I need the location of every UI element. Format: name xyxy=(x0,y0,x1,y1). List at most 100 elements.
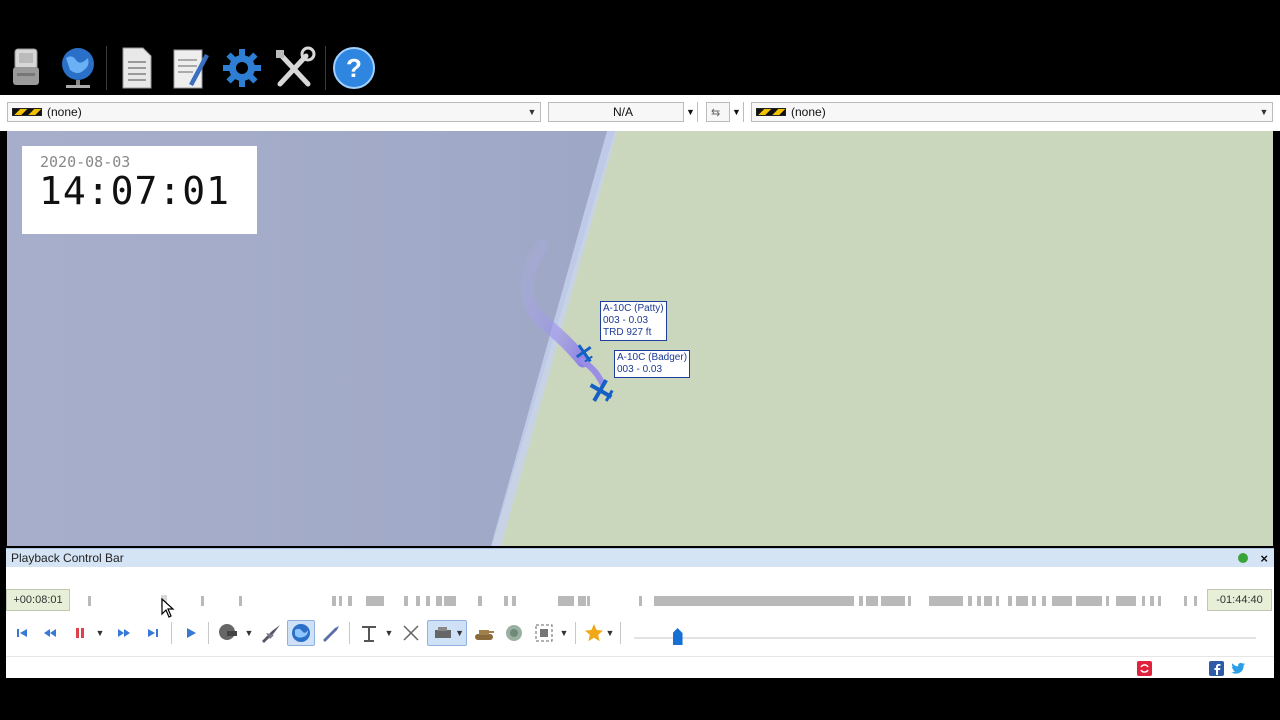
primary-object-select[interactable]: (none) ▼ xyxy=(7,102,541,122)
relation-select[interactable]: N/A ▼ xyxy=(548,102,698,122)
aircraft-info: 003 - 0.03 xyxy=(617,364,663,375)
swap-objects-button[interactable]: ⇆ ▼ xyxy=(706,102,744,122)
globe-view-icon[interactable] xyxy=(287,620,315,646)
chevron-down-icon[interactable]: ▼ xyxy=(244,620,254,646)
timeline-event-tick xyxy=(1116,596,1136,606)
aircraft-name: A-10C (Patty) xyxy=(603,303,664,314)
screenshot-frame-icon[interactable] xyxy=(531,620,557,646)
object-selector-row: (none) ▼ N/A ▼ ⇆ ▼ (none) ▼ xyxy=(0,95,1280,131)
playback-panel: +00:08:01 -01:44:40 ▼ ▼ ▼ ▼ ▼ ▼ xyxy=(6,567,1274,678)
timeline-event-tick xyxy=(1184,596,1187,606)
relation-value: N/A xyxy=(612,105,633,119)
timeline-event-tick xyxy=(1032,596,1036,606)
sync-icon[interactable] xyxy=(1137,661,1152,676)
chevron-down-icon[interactable]: ▼ xyxy=(384,620,394,646)
timeline-event-tick xyxy=(1076,596,1102,606)
speed-slider-thumb[interactable] xyxy=(672,628,683,645)
document-icon[interactable] xyxy=(115,44,159,92)
chevron-down-icon: ▼ xyxy=(455,628,464,638)
network-globe-icon[interactable] xyxy=(56,44,100,92)
chevron-down-icon[interactable]: ▼ xyxy=(559,620,569,646)
timeline-event-tick xyxy=(881,596,905,606)
tank-icon[interactable] xyxy=(471,620,497,646)
playback-controls: ▼ ▼ ▼ ▼ ▼ ▼ xyxy=(6,620,1274,646)
timeline-event-tick xyxy=(366,596,384,606)
crosshair-icon[interactable] xyxy=(398,620,424,646)
aircraft-name: A-10C (Badger) xyxy=(617,352,688,363)
swap-arrows-icon: ⇆ xyxy=(711,106,721,119)
timeline-event-tick xyxy=(1008,596,1012,606)
timeline-event-tick xyxy=(859,596,863,606)
notepad-icon[interactable] xyxy=(168,44,212,92)
timeline-event-tick xyxy=(587,596,590,606)
aircraft-label-badger[interactable]: A-10C (Badger) 003 - 0.03 xyxy=(614,350,691,378)
timeline-event-tick xyxy=(1016,596,1028,606)
timeline-event-tick xyxy=(1142,596,1145,606)
timeline-event-tick xyxy=(639,596,642,606)
ground-marker-icon[interactable] xyxy=(356,620,382,646)
fast-forward-button[interactable] xyxy=(114,620,134,646)
tools-icon[interactable] xyxy=(272,44,316,92)
timeline-event-tick xyxy=(444,596,456,606)
primary-object-value: (none) xyxy=(47,105,82,119)
toolbar-separator xyxy=(325,46,326,90)
timeline-event-tick xyxy=(1158,596,1161,606)
timeline-event-tick xyxy=(654,596,854,606)
star-icon[interactable] xyxy=(582,620,606,646)
pause-button[interactable] xyxy=(70,620,90,646)
gear-icon[interactable] xyxy=(220,44,264,92)
skip-to-end-button[interactable] xyxy=(143,620,163,646)
timeline-event-tick xyxy=(1042,596,1046,606)
chevron-down-icon[interactable]: ▼ xyxy=(605,620,615,646)
rewind-button[interactable] xyxy=(40,620,60,646)
chevron-down-icon: ▼ xyxy=(527,107,537,117)
aircraft-label-patty[interactable]: A-10C (Patty) 003 - 0.03 TRD 927 ft xyxy=(600,301,667,341)
timeline-event-tick xyxy=(404,596,408,606)
skip-to-start-button[interactable] xyxy=(12,620,32,646)
chevron-down-icon[interactable]: ▼ xyxy=(94,620,106,646)
control-separator xyxy=(349,622,350,644)
timeline-track[interactable] xyxy=(84,595,1199,607)
timeline-event-tick xyxy=(1194,596,1197,606)
aircraft-info: 003 - 0.03 xyxy=(603,315,649,326)
main-toolbar: ? xyxy=(0,0,1280,95)
recording-time: 14:07:01 xyxy=(39,169,231,213)
map-view[interactable]: 2020-08-03 14:07:01 A-10C (Patty) 003 - … xyxy=(7,131,1273,546)
timeline-event-tick xyxy=(512,596,516,606)
caution-stripe-icon xyxy=(12,108,42,116)
elapsed-time[interactable]: +00:08:01 xyxy=(6,589,70,611)
chevron-down-icon: ▼ xyxy=(1259,107,1269,117)
timeline-event-tick xyxy=(478,596,482,606)
aircraft-altitude: TRD 927 ft xyxy=(603,327,652,338)
remaining-time[interactable]: -01:44:40 xyxy=(1207,589,1272,611)
chevron-down-icon: ▼ xyxy=(729,102,743,122)
timeline-event-tick xyxy=(88,596,91,606)
timeline-event-tick xyxy=(866,596,878,606)
timeline-event-tick xyxy=(908,596,911,606)
timeline-event-tick xyxy=(977,596,981,606)
play-button[interactable] xyxy=(181,620,201,646)
vehicle-filter-button[interactable]: ▼ xyxy=(427,620,467,646)
aircraft-patty-icon[interactable] xyxy=(573,341,597,365)
timeline-event-tick xyxy=(929,596,963,606)
timeline-event-tick xyxy=(339,596,342,606)
aircraft-badger-icon[interactable] xyxy=(587,377,615,405)
svg-text:?: ? xyxy=(346,53,362,83)
fighter-jet-icon[interactable] xyxy=(258,620,284,646)
speed-slider-track[interactable] xyxy=(634,637,1256,639)
missile-icon[interactable] xyxy=(318,620,344,646)
help-icon[interactable]: ? xyxy=(332,44,376,92)
caution-stripe-icon xyxy=(756,108,786,116)
twitter-icon[interactable] xyxy=(1231,661,1246,676)
facebook-icon[interactable] xyxy=(1209,661,1224,676)
usb-drive-icon[interactable] xyxy=(4,44,48,92)
pin-icon[interactable] xyxy=(1238,553,1248,563)
mouse-cursor-icon xyxy=(161,598,175,618)
close-button[interactable]: × xyxy=(1260,549,1268,568)
secondary-object-select[interactable]: (none) ▼ xyxy=(751,102,1273,122)
timeline-event-tick xyxy=(558,596,574,606)
chevron-down-icon: ▼ xyxy=(683,102,697,122)
timeline-event-tick xyxy=(996,596,999,606)
radar-sphere-icon[interactable] xyxy=(501,620,527,646)
pilot-helmet-icon[interactable] xyxy=(215,620,241,646)
